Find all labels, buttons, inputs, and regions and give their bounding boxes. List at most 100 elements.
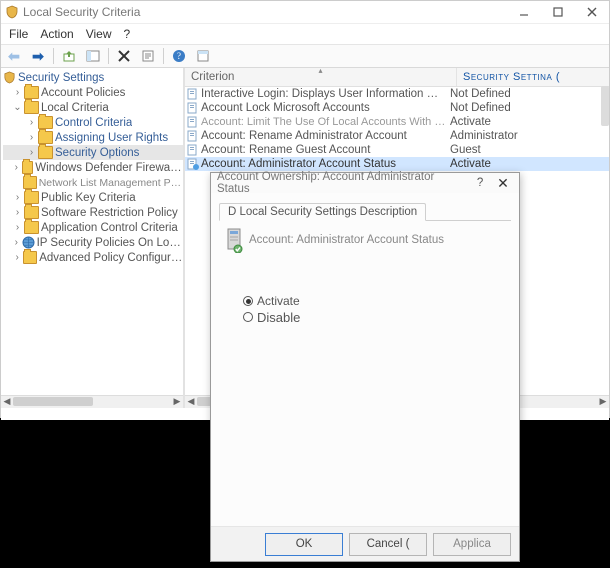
policy-row[interactable]: Account: Rename Guest AccountGuest xyxy=(185,143,609,157)
tree-wdfw[interactable]: › Windows Defender Firewall With Secur xyxy=(3,160,183,175)
column-setting[interactable]: Security Settina ( xyxy=(457,68,609,86)
up-level-button[interactable] xyxy=(58,46,80,66)
column-criterion[interactable]: ▴ Criterion xyxy=(185,68,457,86)
tree-ipsec[interactable]: › IP Security Policies On LoC Computers xyxy=(3,235,183,250)
menu-action[interactable]: Action xyxy=(34,27,79,41)
policy-row[interactable]: Account: Administrator Account StatusAct… xyxy=(185,157,609,171)
tree-label: Security Options xyxy=(55,147,139,159)
tree-security-options[interactable]: › Security Options xyxy=(3,145,183,160)
tree-control-criteria[interactable]: › Control Criteria xyxy=(3,115,183,130)
apply-label: Applica xyxy=(453,538,491,550)
shield-icon xyxy=(5,5,19,19)
scroll-right-icon[interactable]: ▶ xyxy=(597,396,609,407)
policy-name: Account Lock Microsoft Accounts xyxy=(201,102,446,114)
expand-icon[interactable]: › xyxy=(27,117,36,128)
expand-icon[interactable]: › xyxy=(13,237,20,248)
shield-icon xyxy=(3,71,16,84)
tree-label: Public Key Criteria xyxy=(41,192,136,204)
radio-disable-label: Disable xyxy=(257,310,300,325)
ok-button[interactable]: OK xyxy=(265,533,343,556)
back-button[interactable]: ⬅ xyxy=(3,46,25,66)
properties-button[interactable] xyxy=(137,46,159,66)
policy-name: Account: Rename Guest Account xyxy=(201,144,446,156)
scroll-left-icon[interactable]: ◀ xyxy=(1,396,13,407)
column-criterion-label: Criterion xyxy=(191,71,234,83)
tree-user-rights[interactable]: › Assigning User Rights xyxy=(3,130,183,145)
dialog-info: Account: Administrator Account Status xyxy=(225,227,505,253)
delete-button[interactable] xyxy=(113,46,135,66)
radio-activate[interactable]: Activate xyxy=(243,293,505,309)
policy-icon xyxy=(185,116,201,128)
scroll-left-icon[interactable]: ◀ xyxy=(185,396,197,407)
expand-icon[interactable]: › xyxy=(13,192,22,203)
expand-icon[interactable]: › xyxy=(27,132,36,143)
close-button[interactable] xyxy=(575,1,609,23)
policy-icon xyxy=(185,158,201,170)
policy-list: Interactive Login: Displays User Informa… xyxy=(185,87,609,171)
policy-row[interactable]: Account: Limit The Use Of Local Accounts… xyxy=(185,115,609,129)
tree-horizontal-scrollbar[interactable]: ◀ ▶ xyxy=(1,395,183,408)
tree-public-key[interactable]: › Public Key Criteria xyxy=(3,190,183,205)
policy-name: Interactive Login: Displays User Informa… xyxy=(201,88,446,100)
menu-help[interactable]: ? xyxy=(118,27,137,41)
policy-row[interactable]: Account: Rename Administrator AccountAdm… xyxy=(185,129,609,143)
server-icon xyxy=(225,227,243,253)
folder-icon xyxy=(23,176,37,189)
toolbar: ⬅ ➡ ? xyxy=(1,45,609,68)
list-header: ▴ Criterion Security Settina ( xyxy=(185,68,609,87)
tab-label: D Local Security Settings Description xyxy=(228,206,417,218)
scroll-right-icon[interactable]: ▶ xyxy=(171,396,183,407)
globe-icon xyxy=(22,236,35,249)
dialog-close-button[interactable]: ✕ xyxy=(491,175,515,192)
tab-content: Account: Administrator Account Status Ac… xyxy=(219,221,511,331)
menu-file[interactable]: File xyxy=(3,27,34,41)
tree-pane: Security Settings › Account Policies ⌄ L… xyxy=(1,68,185,408)
sort-asc-icon: ▴ xyxy=(318,68,322,75)
policy-name: Account: Limit The Use Of Local Accounts… xyxy=(201,116,446,128)
tree-adv-policy[interactable]: › Advanced Policy Configuration xyxy=(3,250,183,265)
expand-icon[interactable]: › xyxy=(13,207,22,218)
help-button[interactable]: ? xyxy=(168,46,190,66)
apply-button[interactable]: Applica xyxy=(433,533,511,556)
tree-label: Software Restriction Policy xyxy=(41,207,178,219)
tree-netlist[interactable]: › Network List Management Policies xyxy=(3,175,183,190)
tree-account-policies[interactable]: › Account Policies xyxy=(3,85,183,100)
policy-value: Activate xyxy=(446,116,609,128)
vertical-scrollbar[interactable] xyxy=(601,86,609,126)
policy-value: Not Defined xyxy=(446,88,609,100)
radio-unselected-icon xyxy=(243,312,253,322)
menu-view[interactable]: View xyxy=(80,27,118,41)
radio-selected-icon xyxy=(243,296,253,306)
policy-row[interactable]: Account Lock Microsoft AccountsNot Defin… xyxy=(185,101,609,115)
policy-row[interactable]: Interactive Login: Displays User Informa… xyxy=(185,87,609,101)
expand-icon[interactable]: › xyxy=(13,162,20,173)
expand-icon[interactable]: › xyxy=(13,222,22,233)
expand-icon[interactable]: › xyxy=(13,252,21,263)
show-hide-tree-button[interactable] xyxy=(82,46,104,66)
scroll-thumb[interactable] xyxy=(13,397,93,406)
forward-button[interactable]: ➡ xyxy=(27,46,49,66)
minimize-button[interactable] xyxy=(507,1,541,23)
expand-icon[interactable]: › xyxy=(27,147,36,158)
context-help-button[interactable]: ? xyxy=(469,177,491,189)
folder-icon xyxy=(24,86,39,99)
cancel-button[interactable]: Cancel ( xyxy=(349,533,427,556)
policy-icon xyxy=(185,144,201,156)
tree-app-control[interactable]: › Application Control Criteria xyxy=(3,220,183,235)
collapse-icon[interactable]: ⌄ xyxy=(13,102,22,113)
policy-value: Administrator xyxy=(446,130,609,142)
tree-local-criteria[interactable]: ⌄ Local Criteria xyxy=(3,100,183,115)
export-button[interactable] xyxy=(192,46,214,66)
tree-label: Network List Management Policies xyxy=(39,177,183,189)
tab-local-security[interactable]: D Local Security Settings Description xyxy=(219,203,426,221)
policy-icon xyxy=(185,88,201,100)
expand-icon[interactable]: › xyxy=(13,87,22,98)
folder-icon xyxy=(23,251,37,264)
tree-root[interactable]: Security Settings xyxy=(3,70,183,85)
folder-icon xyxy=(24,221,39,234)
radio-disable[interactable]: Disable xyxy=(243,309,505,325)
cancel-label: Cancel ( xyxy=(367,538,410,550)
maximize-button[interactable] xyxy=(541,1,575,23)
tab-strip: D Local Security Settings Description xyxy=(219,199,511,221)
tree-software-restriction[interactable]: › Software Restriction Policy xyxy=(3,205,183,220)
